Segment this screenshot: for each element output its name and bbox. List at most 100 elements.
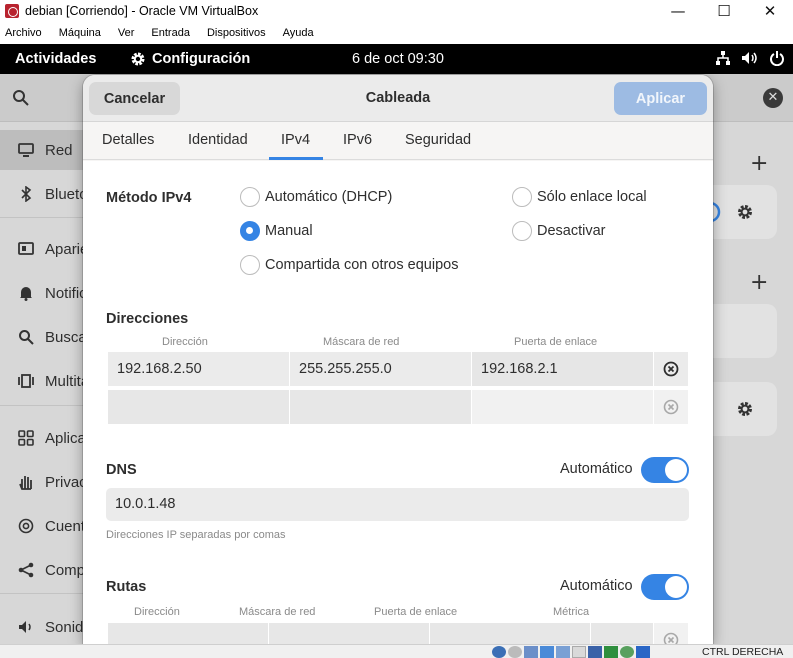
app-menu[interactable]: Configuración	[130, 51, 250, 67]
cpu-icon[interactable]	[620, 646, 634, 658]
dns-automatic-switch[interactable]	[641, 457, 689, 483]
wired-connection-dialog: Cancelar Cableada Aplicar Detalles Ident…	[83, 75, 713, 644]
tab-seguridad[interactable]: Seguridad	[405, 132, 471, 148]
route-gateway-input[interactable]	[430, 623, 591, 644]
tab-identidad[interactable]: Identidad	[188, 132, 248, 148]
sidebar-item-red[interactable]: Red	[0, 130, 84, 170]
gateway-input[interactable]: 192.168.2.1	[472, 352, 654, 386]
recording-icon[interactable]	[604, 646, 618, 658]
dialog-header: Cancelar Cableada Aplicar	[83, 75, 713, 122]
add-icon[interactable]: +	[750, 270, 768, 295]
vbox-status-bar: CTRL DERECHA	[0, 644, 793, 658]
sidebar-item-notificaciones[interactable]: Notificaciones	[0, 273, 84, 313]
network-wired-icon	[716, 51, 730, 65]
system-tray[interactable]	[715, 50, 785, 66]
mouse-integration-icon[interactable]	[636, 646, 650, 658]
delete-route-button[interactable]	[654, 623, 688, 644]
dns-input[interactable]: 10.0.1.48	[106, 488, 689, 521]
address-input[interactable]: 192.168.2.50	[108, 352, 290, 386]
switch-knob	[665, 459, 687, 481]
window-title: debian [Corriendo] - Oracle VM VirtualBo…	[25, 4, 259, 18]
sidebar-item-bluetooth[interactable]: Bluetooth	[0, 174, 84, 214]
sidebar-item-multitarea[interactable]: Multitarea	[0, 361, 84, 401]
gear-icon[interactable]	[736, 400, 754, 418]
sidebar-item-label: Notificaciones	[45, 284, 84, 302]
route-netmask-input[interactable]	[269, 623, 430, 644]
maximize-button[interactable]: ☐	[701, 0, 747, 22]
sidebar-item-apariencia[interactable]: Apariencia	[0, 229, 84, 269]
tab-ipv6[interactable]: IPv6	[343, 132, 372, 148]
menu-ver[interactable]: Ver	[118, 27, 135, 39]
radio-automatic-dhcp[interactable]: Automático (DHCP)	[240, 187, 392, 207]
radio-label: Desactivar	[537, 223, 606, 239]
sidebar-item-label: Bluetooth	[45, 185, 84, 203]
sidebar-divider	[0, 593, 84, 594]
delete-icon	[663, 632, 679, 644]
sidebar-item-label: Buscar	[45, 328, 84, 346]
shared-folders-icon[interactable]	[572, 646, 586, 658]
routes-automatic-label: Automático	[560, 578, 633, 594]
sidebar-item-privacidad[interactable]: Privacidad	[0, 462, 84, 502]
minimize-button[interactable]: —	[655, 0, 701, 22]
radio-shared[interactable]: Compartida con otros equipos	[240, 255, 458, 275]
sidebar-item-cuentas[interactable]: Cuentas en línea	[0, 506, 84, 546]
tab-detalles[interactable]: Detalles	[102, 132, 154, 148]
addresses-title: Direcciones	[106, 311, 189, 327]
delete-address-button[interactable]	[654, 352, 688, 386]
share-icon	[17, 561, 35, 579]
close-window-button[interactable]: ✕	[747, 0, 793, 22]
tab-ipv4[interactable]: IPv4	[281, 132, 310, 148]
route-address-column-header: Dirección	[134, 606, 180, 618]
menu-ayuda[interactable]: Ayuda	[283, 27, 314, 39]
clock[interactable]: 6 de oct 09:30	[352, 51, 444, 67]
radio-link-local[interactable]: Sólo enlace local	[512, 187, 647, 207]
radio-indicator	[240, 187, 260, 207]
add-icon[interactable]: +	[750, 151, 768, 176]
address-input[interactable]	[108, 390, 290, 424]
radio-label: Manual	[265, 223, 313, 239]
host-key-label: CTRL DERECHA	[702, 646, 784, 658]
optical-drive-icon[interactable]	[508, 646, 522, 658]
sidebar-item-label: Cuentas en línea	[45, 517, 84, 535]
apply-button[interactable]: Aplicar	[614, 82, 707, 115]
sidebar-item-buscar[interactable]: Buscar	[0, 317, 84, 357]
menu-maquina[interactable]: Máquina	[59, 27, 101, 39]
route-address-input[interactable]	[108, 623, 269, 644]
menu-entrada[interactable]: Entrada	[151, 27, 190, 39]
address-column-header: Dirección	[162, 336, 208, 348]
appearance-icon	[17, 240, 35, 258]
audio-icon[interactable]	[524, 646, 538, 658]
at-icon	[17, 517, 35, 535]
search-icon[interactable]	[12, 89, 30, 107]
dialog-tabs: Detalles Identidad IPv4 IPv6 Seguridad	[83, 122, 713, 160]
route-metric-input[interactable]	[591, 623, 654, 644]
radio-manual[interactable]: Manual	[240, 221, 313, 241]
gnome-top-bar: Actividades Configuración 6 de oct 09:30	[0, 44, 793, 74]
routes-title: Rutas	[106, 579, 147, 595]
cancel-button[interactable]: Cancelar	[89, 82, 180, 115]
close-icon[interactable]: ✕	[763, 88, 783, 108]
sidebar-item-aplicaciones[interactable]: Aplicaciones	[0, 418, 84, 458]
netmask-input[interactable]: 255.255.255.0	[290, 352, 472, 386]
display-icon[interactable]	[588, 646, 602, 658]
gear-icon[interactable]	[736, 203, 754, 221]
activities-button[interactable]: Actividades	[15, 51, 96, 67]
switch-knob	[665, 576, 687, 598]
routes-automatic-switch[interactable]	[641, 574, 689, 600]
route-gateway-column-header: Puerta de enlace	[374, 606, 458, 618]
radio-label: Compartida con otros equipos	[265, 257, 459, 273]
monitor-icon	[17, 141, 35, 159]
menu-dispositivos[interactable]: Dispositivos	[207, 27, 266, 39]
sidebar-item-label: Compartir	[45, 561, 84, 579]
sidebar-item-label: Privacidad	[45, 473, 84, 491]
delete-address-button[interactable]	[654, 390, 688, 424]
sidebar-item-sonido[interactable]: Sonido	[0, 607, 84, 647]
network-icon[interactable]	[540, 646, 554, 658]
gateway-input[interactable]	[472, 390, 654, 424]
hard-disk-icon[interactable]	[492, 646, 506, 658]
usb-icon[interactable]	[556, 646, 570, 658]
netmask-input[interactable]	[290, 390, 472, 424]
menu-archivo[interactable]: Archivo	[5, 27, 42, 39]
radio-disabled[interactable]: Desactivar	[512, 221, 606, 241]
sidebar-item-compartir[interactable]: Compartir	[0, 550, 84, 590]
